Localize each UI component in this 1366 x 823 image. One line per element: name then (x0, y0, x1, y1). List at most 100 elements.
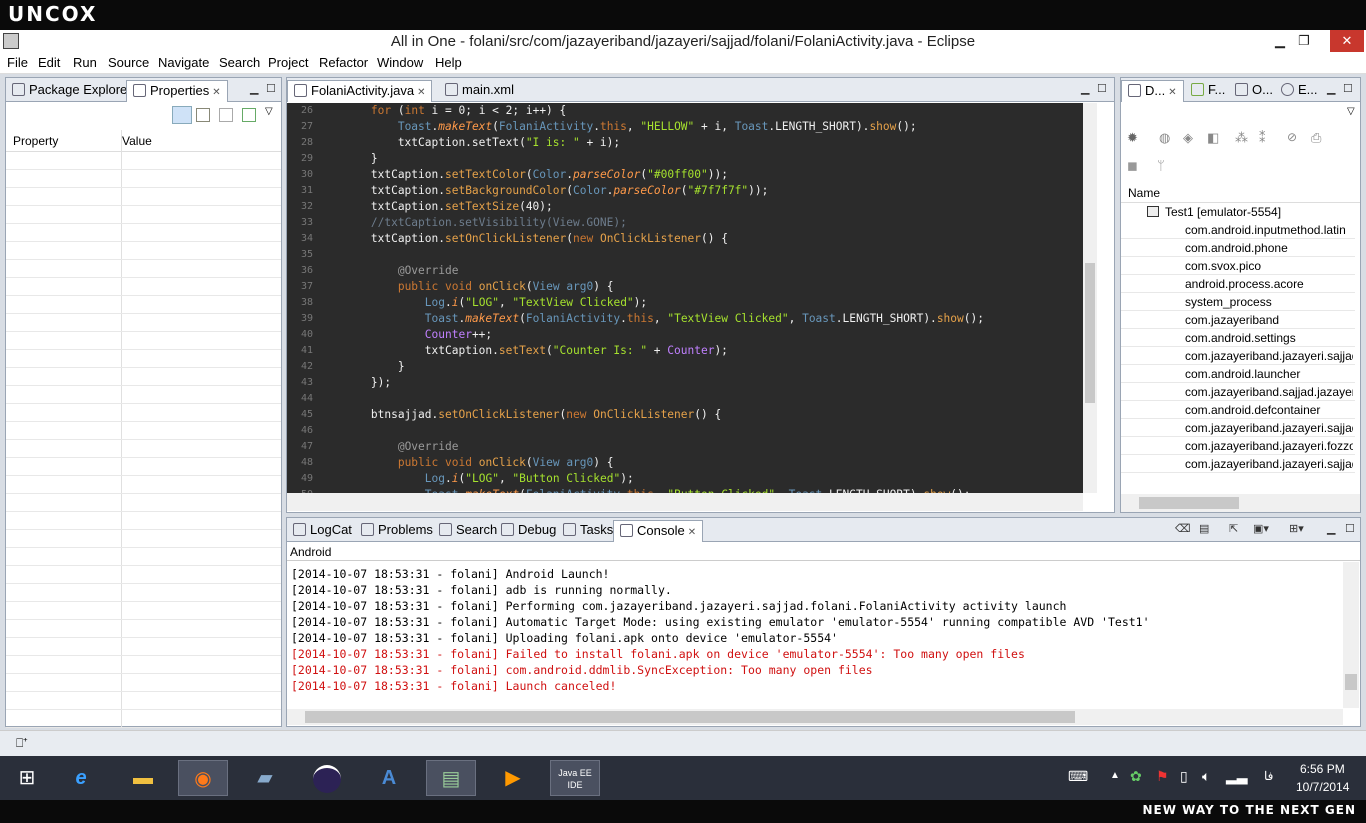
minimize-view-icon[interactable]: ▁ (1081, 82, 1089, 95)
process-row[interactable]: com.android.launcher (1121, 365, 1355, 383)
advanced-icon[interactable] (196, 108, 210, 122)
tab-emulator[interactable]: E... (1275, 80, 1324, 102)
cause-gc-icon[interactable]: ◧ (1207, 130, 1219, 146)
categories-icon[interactable] (172, 106, 192, 124)
menu-refactor[interactable]: Refactor (319, 55, 368, 70)
update-heap-icon[interactable]: ◍ (1159, 130, 1170, 146)
console-output[interactable]: [2014-10-07 18:53:31 - folani] Android L… (287, 562, 1343, 708)
start-windows-icon[interactable]: ⊞ (2, 760, 52, 796)
close-icon[interactable]: ✕ (1168, 87, 1176, 98)
process-row[interactable]: com.svox.pico (1121, 257, 1355, 275)
property-column-header[interactable]: Property (13, 134, 58, 148)
open-console-icon[interactable]: ⊞▾ (1289, 522, 1304, 535)
clock-time[interactable]: 6:56 PM (1300, 762, 1345, 776)
screen-capture-icon[interactable]: ⎙ (1311, 130, 1321, 146)
filter-icon[interactable] (219, 108, 233, 122)
keyboard-icon[interactable]: ⌨ (1068, 768, 1088, 785)
tab-logcat[interactable]: LogCat (287, 520, 358, 542)
view-menu-icon[interactable]: ▽ (1347, 106, 1355, 117)
display-console-icon[interactable]: ▣▾ (1253, 522, 1269, 535)
editor-vertical-scrollbar[interactable] (1083, 103, 1097, 493)
start-method-profiling-icon[interactable]: ⁑ (1259, 130, 1266, 146)
minimize-view-icon[interactable]: ▁ (250, 82, 258, 95)
scroll-thumb[interactable] (1345, 674, 1357, 690)
menu-project[interactable]: Project (268, 55, 308, 70)
tab-folaniactivity-java[interactable]: FolaniActivity.java ✕ (287, 80, 433, 102)
process-row[interactable]: com.jazayeriband.jazayeri.fozzol.f (1121, 437, 1355, 455)
tab-main-xml[interactable]: main.xml (439, 80, 520, 102)
close-button[interactable]: ✕ (1330, 30, 1364, 52)
process-row[interactable]: system_process (1121, 293, 1355, 311)
console-vertical-scrollbar[interactable] (1343, 562, 1359, 708)
volume-icon[interactable]: 🔈︎ (1202, 768, 1210, 785)
tab-problems[interactable]: Problems (355, 520, 439, 542)
process-row[interactable]: com.android.inputmethod.latin (1121, 221, 1355, 239)
process-row[interactable]: com.jazayeriband.jazayeri.sajjad.e (1121, 419, 1355, 437)
view-menu-icon[interactable]: ▽ (265, 106, 273, 117)
device-row[interactable]: Test1 [emulator-5554] (1121, 203, 1360, 221)
stop-process-icon[interactable]: ⊘ (1287, 130, 1297, 144)
minimize-view-icon[interactable]: ▁ (1327, 522, 1335, 535)
process-row[interactable]: com.jazayeriband.jazayeri.sajjad.f (1121, 455, 1355, 473)
media-player-icon[interactable]: ▶ (488, 760, 538, 796)
console-horizontal-scrollbar[interactable] (287, 709, 1343, 725)
close-icon[interactable]: ✕ (212, 87, 220, 98)
debug-icon[interactable]: ✹ (1127, 130, 1138, 146)
battery-icon[interactable]: ▯ (1180, 768, 1188, 785)
menu-edit[interactable]: Edit (38, 55, 60, 70)
menu-window[interactable]: Window (377, 55, 423, 70)
dump-view-hierarchy-icon[interactable]: ᛘ (1157, 158, 1165, 173)
file-explorer-icon[interactable]: ▬ (118, 760, 168, 796)
process-row[interactable]: com.android.defcontainer (1121, 401, 1355, 419)
language-indicator[interactable]: فا (1264, 769, 1273, 783)
internet-explorer-icon[interactable]: e (56, 760, 106, 796)
process-row[interactable]: com.android.phone (1121, 239, 1355, 257)
clear-console-icon[interactable]: ⌫ (1175, 522, 1191, 535)
minimize-view-icon[interactable]: ▁ (1327, 82, 1335, 95)
tab-outline[interactable]: O... (1229, 80, 1279, 102)
maximize-view-icon[interactable]: ☐ (1097, 82, 1107, 95)
action-center-icon[interactable]: ⚑ (1156, 768, 1169, 785)
menu-navigate[interactable]: Navigate (158, 55, 209, 70)
update-threads-icon[interactable]: ⁂ (1235, 130, 1248, 146)
process-row[interactable]: android.process.acore (1121, 275, 1355, 293)
value-column-header[interactable]: Value (122, 134, 152, 148)
menu-search[interactable]: Search (219, 55, 260, 70)
menu-file[interactable]: File (7, 55, 28, 70)
tab-package-explorer[interactable]: Package Explorer (6, 80, 138, 102)
tab-properties[interactable]: Properties ✕ (126, 80, 228, 102)
process-row[interactable]: com.jazayeriband.jazayeri.sajjad.s (1121, 347, 1355, 365)
code-editor[interactable]: 26 for (int i = 0; i < 2; i++) {27 Toast… (287, 103, 1083, 493)
clock-date[interactable]: 10/7/2014 (1296, 780, 1349, 794)
firefox-icon[interactable]: ◉ (178, 760, 228, 796)
editor-horizontal-scrollbar[interactable] (287, 493, 1083, 511)
network-globe-icon[interactable]: ✿ (1130, 768, 1142, 785)
maximize-view-icon[interactable]: ☐ (1343, 82, 1353, 95)
pin-icon[interactable] (242, 108, 256, 122)
menu-run[interactable]: Run (73, 55, 97, 70)
close-icon[interactable]: ✕ (417, 87, 425, 98)
tab-console[interactable]: Console ✕ (613, 520, 704, 542)
eclipse-icon[interactable] (302, 760, 352, 796)
tab-devices[interactable]: D... ✕ (1121, 80, 1184, 102)
menu-source[interactable]: Source (108, 55, 149, 70)
devices-horizontal-scrollbar[interactable] (1121, 494, 1360, 512)
fast-view-icon[interactable]: ⎕⁺ (16, 736, 27, 751)
reset-adb-icon[interactable]: ◼ (1127, 158, 1138, 174)
pin-console-icon[interactable]: ⇱ (1229, 522, 1238, 535)
maximize-view-icon[interactable]: ☐ (1345, 522, 1355, 535)
scroll-thumb[interactable] (1085, 263, 1095, 403)
signal-icon[interactable]: ▂▃ (1226, 768, 1248, 785)
tab-debug[interactable]: Debug (495, 520, 562, 542)
scroll-thumb[interactable] (1139, 497, 1239, 509)
process-row[interactable]: com.jazayeriband (1121, 311, 1355, 329)
wordpad-icon[interactable]: A (364, 760, 414, 796)
maximize-view-icon[interactable]: ☐ (266, 82, 276, 95)
text-editor-icon[interactable]: ▤ (426, 760, 476, 796)
tab-tasks[interactable]: Tasks (557, 520, 619, 542)
process-row[interactable]: com.android.settings (1121, 329, 1355, 347)
menu-help[interactable]: Help (435, 55, 462, 70)
scroll-lock-icon[interactable]: ▤ (1199, 522, 1209, 535)
show-hidden-icons[interactable]: ▲ (1110, 770, 1120, 781)
name-column-header[interactable]: Name (1128, 186, 1160, 200)
